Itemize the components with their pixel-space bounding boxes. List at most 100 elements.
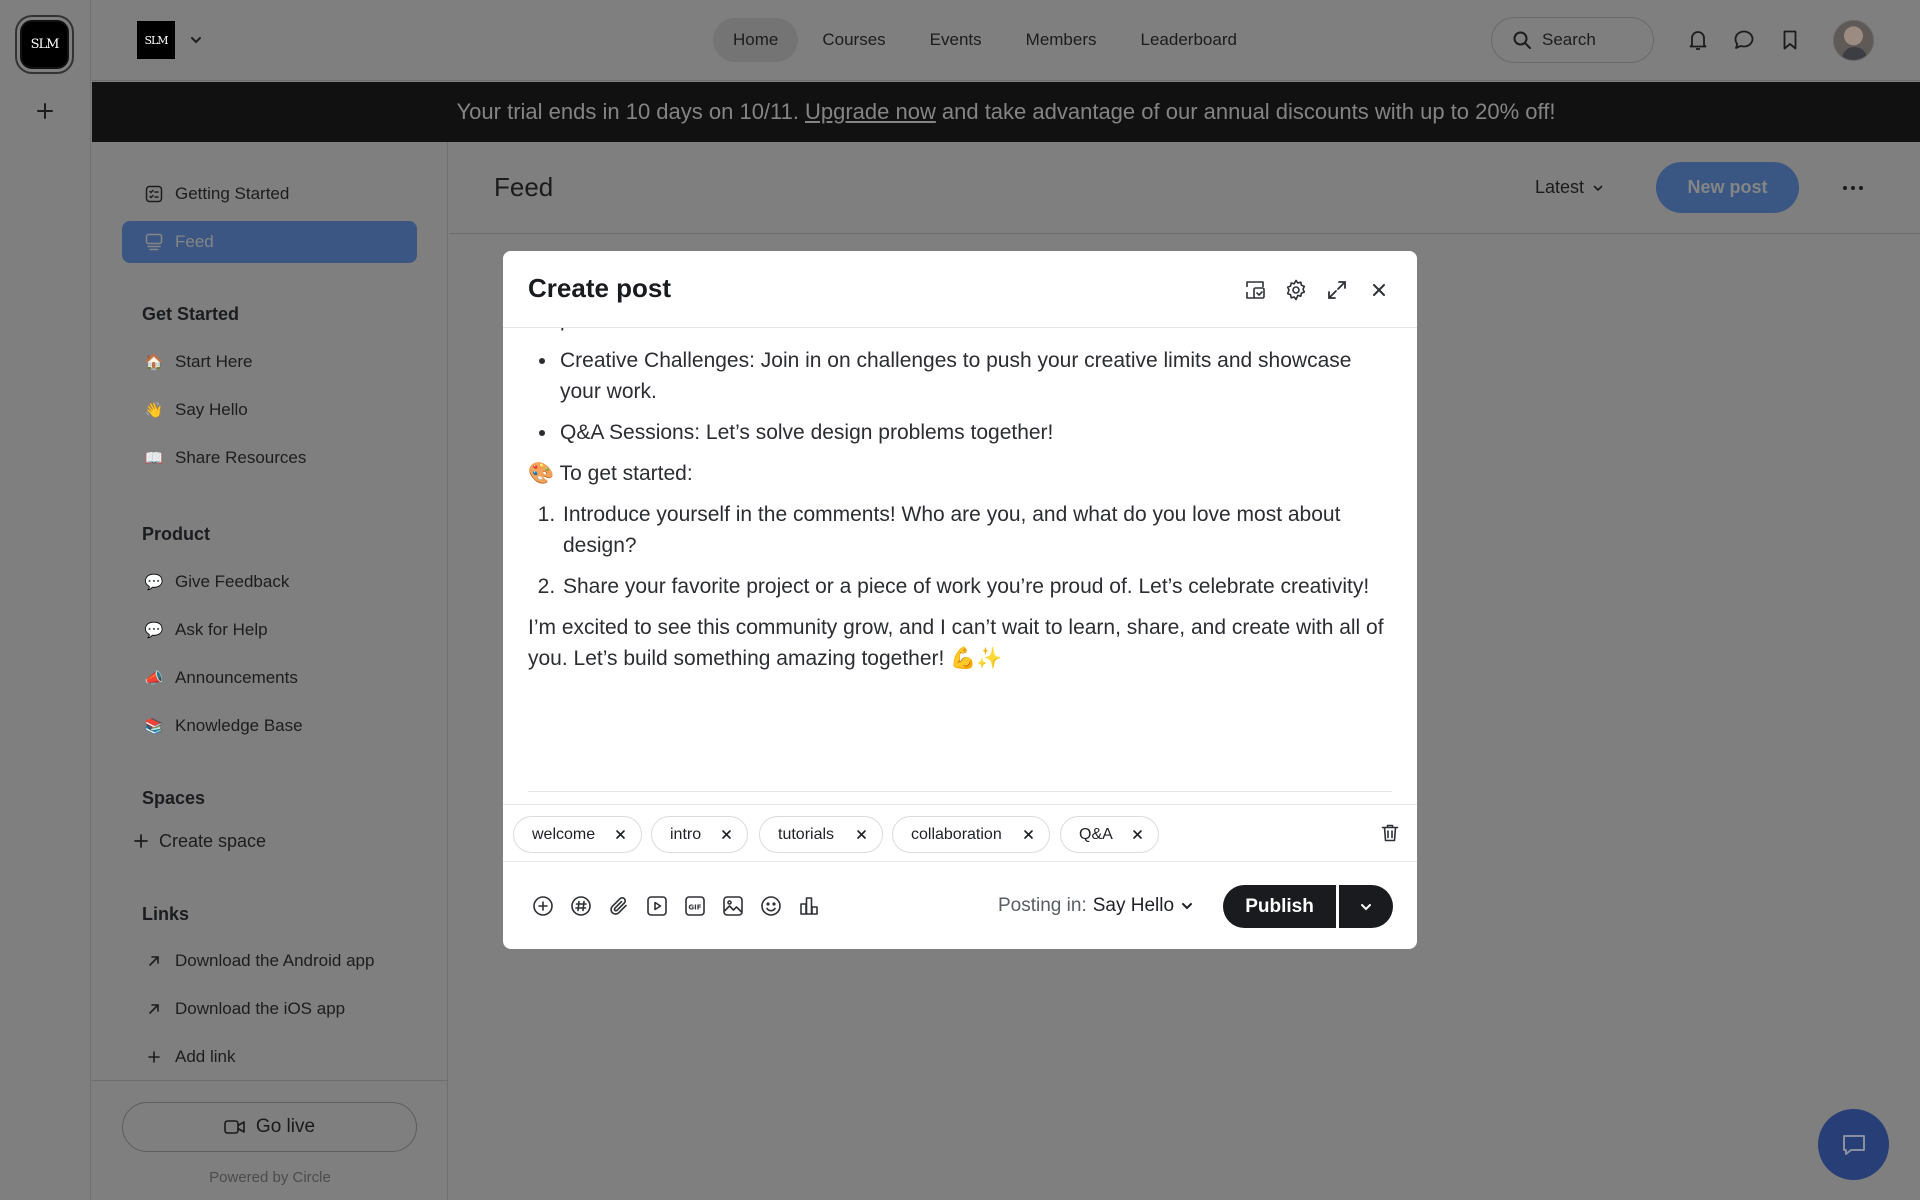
get-started-line: 🎨 To get started: xyxy=(528,458,1394,489)
trash-icon[interactable] xyxy=(1379,822,1401,844)
list-item: Creative Challenges: Join in on challeng… xyxy=(558,345,1394,407)
speech-bubble-icon: 💬 xyxy=(144,622,164,639)
editor-content[interactable]: p Creative Challenges: Join in on challe… xyxy=(528,328,1394,684)
sidebar-item-say-hello[interactable]: 👋 Say Hello xyxy=(122,389,417,431)
palette-emoji-icon: 🎨 xyxy=(528,462,555,485)
plus-icon xyxy=(132,832,150,850)
create-space-button[interactable]: Create space xyxy=(122,820,417,862)
sidebar-item-label: Share Resources xyxy=(175,448,307,467)
posting-in-selector[interactable]: Posting in: Say Hello xyxy=(998,895,1194,917)
nav-members[interactable]: Members xyxy=(1006,18,1117,62)
sidebar-item-label: Announcements xyxy=(175,668,298,687)
svg-text:GIF: GIF xyxy=(688,904,701,912)
closing-paragraph: I’m excited to see this community grow, … xyxy=(528,616,1384,670)
posting-in-label: Posting in: xyxy=(998,895,1087,916)
house-emoji-icon: 🏠 xyxy=(144,354,164,371)
tag-chip[interactable]: collaboration xyxy=(892,816,1050,853)
preview-icon[interactable] xyxy=(1243,278,1267,302)
video-camera-icon xyxy=(224,1119,246,1135)
publish-button[interactable]: Publish xyxy=(1223,885,1336,928)
chevron-down-icon[interactable] xyxy=(189,33,203,47)
post-editor[interactable]: p Creative Challenges: Join in on challe… xyxy=(503,328,1417,804)
page-title: Feed xyxy=(494,172,554,202)
tags-row: welcome intro tutorials collaboration Q&… xyxy=(503,804,1417,862)
remove-tag-icon[interactable] xyxy=(720,828,733,841)
image-icon[interactable] xyxy=(721,894,745,918)
nav-home[interactable]: Home xyxy=(713,18,799,62)
sidebar-item-label: Ask for Help xyxy=(175,620,268,639)
sidebar-link-ios[interactable]: Download the iOS app xyxy=(122,988,417,1030)
chat-icon[interactable] xyxy=(1732,28,1756,52)
bookmark-icon[interactable] xyxy=(1778,28,1802,52)
search-button[interactable]: Search xyxy=(1491,17,1654,63)
gear-icon[interactable] xyxy=(1284,278,1308,302)
chevron-down-icon xyxy=(1592,182,1604,194)
top-header: SLM Home Courses Events Members Leaderbo… xyxy=(92,0,1920,81)
chat-icon xyxy=(1839,1130,1869,1160)
arrow-up-right-icon xyxy=(145,1000,163,1018)
close-icon[interactable] xyxy=(1367,278,1391,302)
section-heading: Get Started xyxy=(142,304,240,324)
create-post-modal: Create post p Creative Challenges: Join … xyxy=(503,251,1417,949)
sidebar-item-getting-started[interactable]: Getting Started xyxy=(122,173,417,215)
remove-tag-icon[interactable] xyxy=(855,828,868,841)
list-item: p xyxy=(558,328,1394,335)
banner-text: Your trial ends in 10 days on 10/11. xyxy=(456,99,799,124)
community-logo[interactable]: SLM xyxy=(20,20,69,69)
trial-banner: Your trial ends in 10 days on 10/11. Upg… xyxy=(92,82,1920,142)
more-options-icon[interactable] xyxy=(1841,180,1865,196)
sidebar-link-android[interactable]: Download the Android app xyxy=(122,940,417,982)
nav-courses[interactable]: Courses xyxy=(802,18,905,62)
nav-events[interactable]: Events xyxy=(910,18,1002,62)
get-started-text: To get started: xyxy=(559,462,693,485)
posting-in-space: Say Hello xyxy=(1092,895,1175,916)
new-post-button[interactable]: New post xyxy=(1656,162,1799,213)
attachment-icon[interactable] xyxy=(607,894,631,918)
add-link-button[interactable]: Add link xyxy=(122,1036,417,1078)
go-live-button[interactable]: Go live xyxy=(122,1102,417,1152)
video-icon[interactable] xyxy=(645,894,669,918)
hashtag-icon[interactable] xyxy=(569,894,593,918)
left-sidebar: Getting Started Feed Get Started 🏠 Start… xyxy=(92,142,448,1200)
plus-icon[interactable] xyxy=(33,99,57,123)
tag-chip[interactable]: welcome xyxy=(513,816,642,853)
bell-icon[interactable] xyxy=(1686,28,1710,52)
add-icon[interactable] xyxy=(531,894,555,918)
modal-title: Create post xyxy=(528,273,672,303)
sidebar-item-start-here[interactable]: 🏠 Start Here xyxy=(122,341,417,383)
megaphone-icon: 📣 xyxy=(144,670,164,687)
search-icon xyxy=(1512,30,1532,50)
nav-leaderboard[interactable]: Leaderboard xyxy=(1121,18,1257,62)
sidebar-item-share-resources[interactable]: 📖 Share Resources xyxy=(122,437,417,479)
remove-tag-icon[interactable] xyxy=(1131,828,1144,841)
sidebar-item-feed[interactable]: Feed xyxy=(122,221,417,263)
banner-text-after: and take advantage of our annual discoun… xyxy=(941,99,1556,124)
emoji-icon[interactable] xyxy=(759,894,783,918)
list-item: Introduce yourself in the comments! Who … xyxy=(561,499,1394,561)
tag-chip[interactable]: tutorials xyxy=(759,816,883,853)
remove-tag-icon[interactable] xyxy=(614,828,627,841)
publish-options-button[interactable] xyxy=(1339,885,1393,928)
sidebar-item-label: Download the iOS app xyxy=(175,999,346,1018)
expand-icon[interactable] xyxy=(1325,278,1349,302)
gif-icon[interactable]: GIF xyxy=(683,894,707,918)
tag-chip[interactable]: intro xyxy=(651,816,748,853)
support-chat-button[interactable] xyxy=(1818,1109,1889,1180)
sidebar-item-give-feedback[interactable]: 💬 Give Feedback xyxy=(122,561,417,603)
sort-dropdown[interactable]: Latest xyxy=(1535,177,1604,198)
sidebar-item-announcements[interactable]: 📣 Announcements xyxy=(122,657,417,699)
sidebar-item-ask-for-help[interactable]: 💬 Ask for Help xyxy=(122,609,417,651)
sidebar-item-label: Add link xyxy=(175,1047,236,1066)
remove-tag-icon[interactable] xyxy=(1022,828,1035,841)
avatar[interactable] xyxy=(1833,20,1874,61)
powered-by-text[interactable]: Powered by Circle xyxy=(92,1169,448,1186)
tag-chip[interactable]: Q&A xyxy=(1060,816,1159,853)
section-heading: Spaces xyxy=(142,788,206,808)
modal-header: Create post xyxy=(503,251,1417,328)
upgrade-link[interactable]: Upgrade now xyxy=(805,99,936,125)
poll-icon[interactable] xyxy=(797,894,821,918)
sidebar-item-knowledge-base[interactable]: 📚 Knowledge Base xyxy=(122,705,417,747)
search-label: Search xyxy=(1542,30,1596,49)
brand-logo[interactable]: SLM xyxy=(137,21,175,59)
section-heading: Product xyxy=(142,524,211,544)
